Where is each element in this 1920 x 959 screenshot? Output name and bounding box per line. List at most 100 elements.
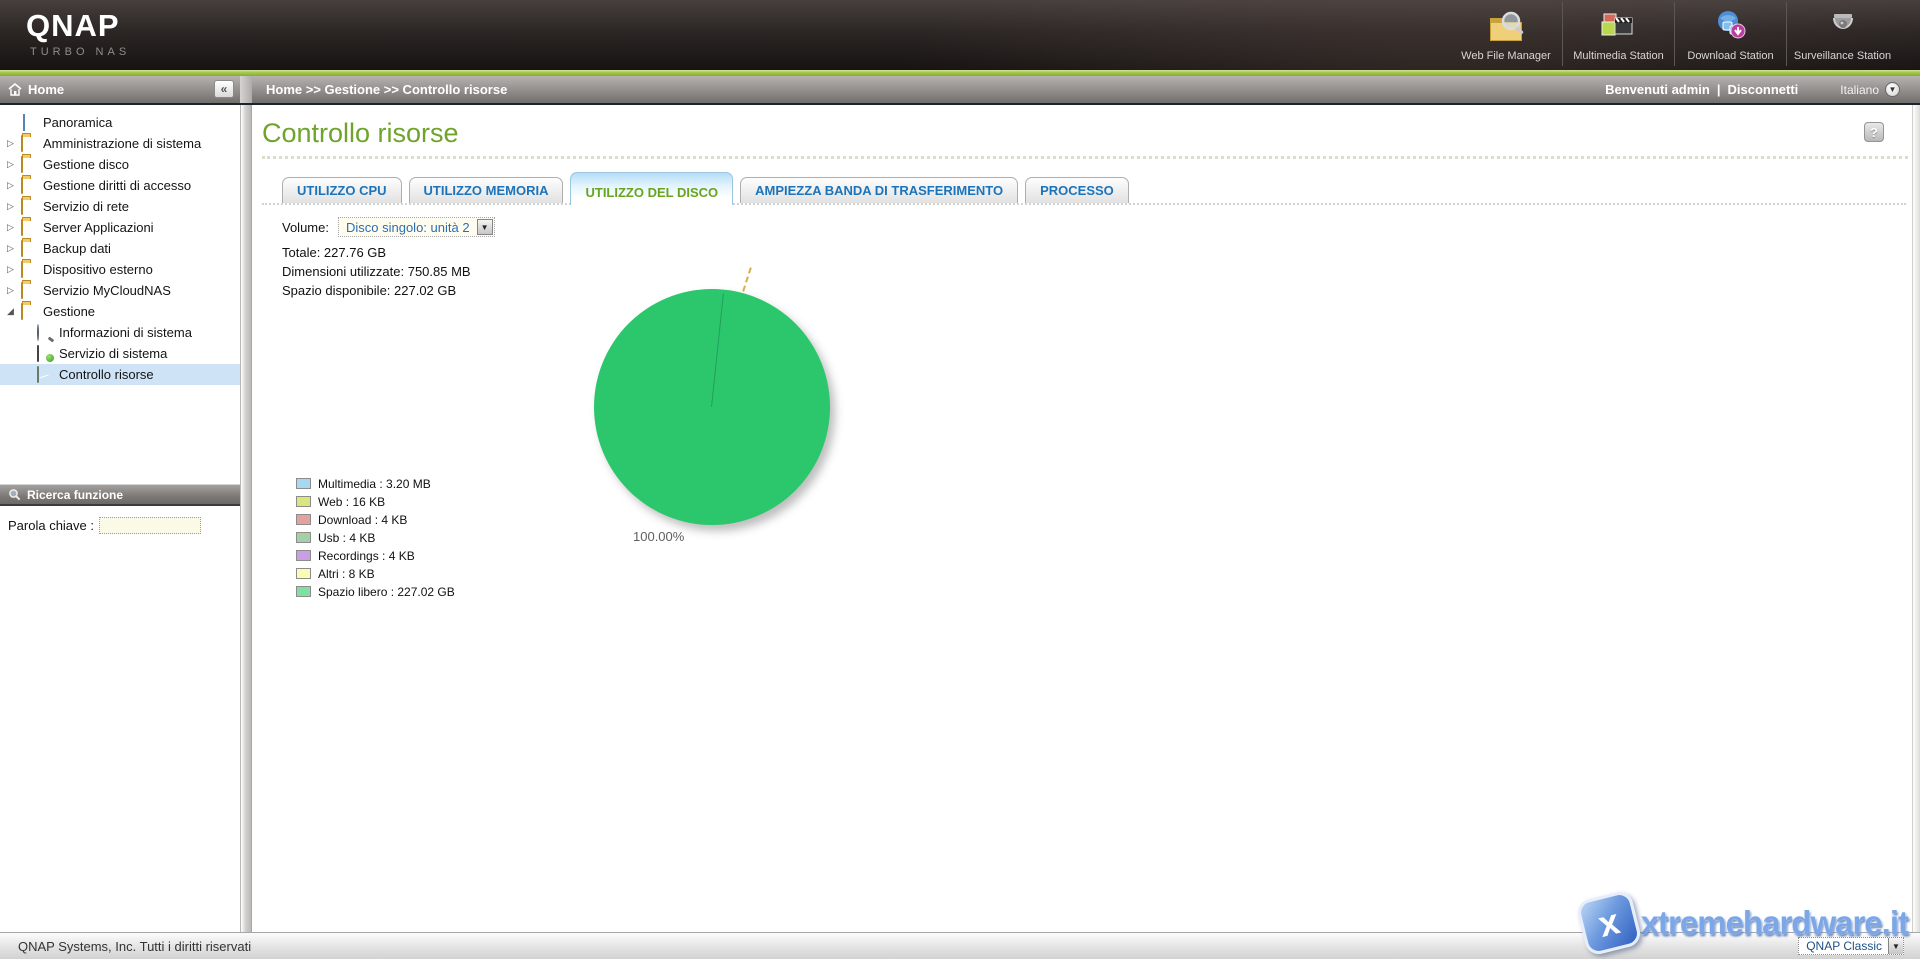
tab-ampiezza-banda-di-trasferimento[interactable]: AMPIEZZA BANDA DI TRASFERIMENTO [740,177,1018,203]
legend-swatch [296,496,311,507]
download-station-button[interactable]: Download Station [1674,2,1786,66]
app-header: QNAP TURBO NAS Web File Manager [0,0,1920,70]
legend-swatch [296,550,311,561]
legend-swatch [296,532,311,543]
available-size: Spazio disponibile: 227.02 GB [282,281,1920,300]
folder-icon [21,199,37,214]
sidebar-divider[interactable] [240,105,252,932]
multimedia-station-button[interactable]: Multimedia Station [1562,2,1674,66]
expander-icon[interactable]: ▷ [7,243,21,254]
folder-open-icon [21,304,37,319]
expander-icon[interactable]: ◢ [7,306,21,317]
surveillance-station-icon [1820,7,1866,49]
keyword-input[interactable] [99,517,201,534]
volume-dropdown-arrow-icon[interactable]: ▼ [477,219,493,235]
volume-select[interactable]: Disco singolo: unità 2 ▼ [338,217,495,237]
folder-icon [21,262,37,277]
document-icon [21,115,37,130]
tab-utilizzo-del-disco[interactable]: UTILIZZO DEL DISCO [570,172,733,205]
multimedia-station-icon [1596,7,1642,49]
tab-processo[interactable]: PROCESSO [1025,177,1129,203]
tab-utilizzo-memoria[interactable]: UTILIZZO MEMORIA [409,177,564,203]
qnap-logo: QNAP [26,8,120,44]
disk-usage-pie-chart [594,289,830,525]
sidebar-gutter-top [240,76,252,105]
sidebar-item-backup-dati[interactable]: ▷ Backup dati [0,238,240,259]
expander-icon[interactable]: ▷ [7,201,21,212]
title-divider [262,156,1908,159]
sidebar-item-dispositivo-esterno[interactable]: ▷ Dispositivo esterno [0,259,240,280]
language-selector[interactable]: Italiano ▼ [1840,82,1900,97]
disk-usage-panel: Volume: Disco singolo: unità 2 ▼ Totale:… [252,205,1920,300]
web-file-manager-button[interactable]: Web File Manager [1450,2,1562,66]
home-icon [8,83,22,96]
expander-icon[interactable]: ▷ [7,222,21,233]
sidebar-item-panoramica[interactable]: Panoramica [0,112,240,133]
folder-icon [21,220,37,235]
welcome-text: Benvenuti admin [1605,82,1710,97]
xtremehardware-logo-text: xtremehardware.it [1641,904,1908,942]
system-info-icon [37,325,53,340]
function-search-title: Ricerca funzione [27,488,123,502]
main-content: ? Controllo risorse UTILIZZO CPU UTILIZZ… [252,105,1920,932]
scroll-track[interactable] [1912,105,1920,932]
function-search-header: Ricerca funzione [0,484,240,506]
pie-slice-divider [711,294,724,407]
xtremehardware-watermark: x xtremehardware.it [1581,895,1908,951]
search-icon [8,488,21,501]
sidebar-item-controllo-risorse[interactable]: Controllo risorse [0,364,240,385]
navigation-tree: Panoramica ▷ Amministrazione di sistema … [0,105,240,385]
sidebar-item-informazioni-di-sistema[interactable]: Informazioni di sistema [0,322,240,343]
volume-select-value: Disco singolo: unità 2 [346,220,470,235]
system-service-icon [37,346,53,361]
download-station-icon [1708,7,1754,49]
page-title: Controllo risorse [262,118,1920,149]
sidebar-header: Home « [0,76,240,105]
volume-label: Volume: [282,220,329,235]
session-info: Benvenuti admin | Disconnetti [1605,82,1798,97]
legend-item-altri: Altri : 8 KB [296,565,455,582]
folder-icon [21,157,37,172]
logout-link[interactable]: Disconnetti [1728,82,1799,97]
sidebar-item-amministrazione-di-sistema[interactable]: ▷ Amministrazione di sistema [0,133,240,154]
legend-swatch [296,568,311,579]
folder-icon [21,241,37,256]
sidebar-item-server-applicazioni[interactable]: ▷ Server Applicazioni [0,217,240,238]
station-label: Surveillance Station [1794,50,1891,62]
expander-icon[interactable]: ▷ [7,138,21,149]
station-label: Multimedia Station [1573,50,1664,62]
breadcrumb: Home >> Gestione >> Controllo risorse [266,82,507,97]
qnap-logo-subtitle: TURBO NAS [30,46,130,58]
legend-swatch [296,514,311,525]
sidebar-item-gestione[interactable]: ◢ Gestione [0,301,240,322]
legend-swatch [296,586,311,597]
sidebar-collapse-button[interactable]: « [214,80,234,98]
expander-icon[interactable]: ▷ [7,159,21,170]
help-button[interactable]: ? [1864,122,1884,142]
sidebar-item-gestione-diritti-di-accesso[interactable]: ▷ Gestione diritti di accesso [0,175,240,196]
total-size: Totale: 227.76 GB [282,243,1920,262]
sidebar-item-servizio-di-sistema[interactable]: Servizio di sistema [0,343,240,364]
web-file-manager-icon [1483,7,1529,49]
copyright-text: QNAP Systems, Inc. Tutti i diritti riser… [18,939,251,954]
legend-item-download: Download : 4 KB [296,511,455,528]
expander-icon[interactable]: ▷ [7,264,21,275]
breadcrumb-bar: Home >> Gestione >> Controllo risorse Be… [252,76,1920,105]
xtremehardware-logo-icon: x [1575,889,1643,957]
folder-icon [21,136,37,151]
legend-item-recordings: Recordings : 4 KB [296,547,455,564]
surveillance-station-button[interactable]: Surveillance Station [1786,2,1898,66]
sidebar-item-servizio-mycloudnas[interactable]: ▷ Servizio MyCloudNAS [0,280,240,301]
legend-item-usb: Usb : 4 KB [296,529,455,546]
language-dropdown-icon: ▼ [1885,82,1900,97]
sidebar-item-servizio-di-rete[interactable]: ▷ Servizio di rete [0,196,240,217]
sidebar-item-gestione-disco[interactable]: ▷ Gestione disco [0,154,240,175]
language-label: Italiano [1840,83,1879,97]
keyword-label: Parola chiave : [8,518,94,533]
tab-utilizzo-cpu[interactable]: UTILIZZO CPU [282,177,402,203]
pie-percent-label: 100.00% [633,529,684,544]
expander-icon[interactable]: ▷ [7,180,21,191]
station-shortcuts: Web File Manager Multimedia Station [1450,2,1898,66]
expander-icon[interactable]: ▷ [7,285,21,296]
separator: | [1717,82,1721,97]
